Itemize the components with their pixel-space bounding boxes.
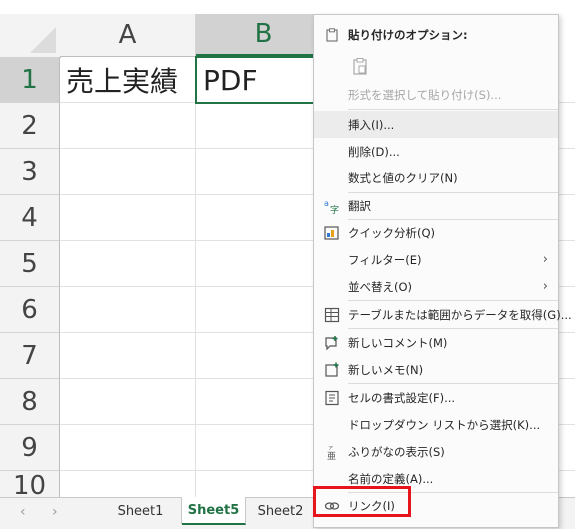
menu-item-quick-analysis[interactable]: クイック分析(Q)	[314, 219, 558, 246]
paste-button[interactable]	[314, 51, 558, 81]
menu-item-filter[interactable]: フィルター(E) ›	[314, 246, 558, 273]
menu-item-label: 翻訳	[348, 198, 371, 213]
sheet-tab-sheet5[interactable]: Sheet5	[182, 497, 246, 525]
row-header-3[interactable]: 3	[0, 149, 60, 195]
column-header-a[interactable]: A	[60, 14, 196, 57]
new-note-icon	[324, 362, 340, 378]
menu-item-label: テーブルまたは範囲からデータを取得(G)...	[348, 307, 572, 322]
svg-text:a: a	[324, 199, 329, 208]
chevron-right-icon: ›	[542, 252, 548, 267]
menu-item-label: ドロップダウン リストから選択(K)...	[348, 417, 541, 432]
new-comment-icon	[324, 335, 340, 351]
paste-icon	[350, 56, 370, 76]
menu-item-label: 削除(D)...	[348, 144, 400, 159]
menu-item-pick-from-dropdown[interactable]: ドロップダウン リストから選択(K)...	[314, 411, 558, 438]
menu-item-label: フィルター(E)	[348, 252, 422, 267]
menu-item-define-name[interactable]: 名前の定義(A)...	[314, 465, 558, 492]
sheet-tab-sheet2[interactable]: Sheet2	[246, 498, 316, 524]
clipboard-icon	[324, 27, 340, 43]
menu-item-new-comment[interactable]: 新しいコメント(M)	[314, 329, 558, 356]
menu-item-label: 挿入(I)...	[348, 117, 395, 132]
menu-item-label: 新しいコメント(M)	[348, 335, 448, 350]
menu-item-label: リンク(I)	[348, 498, 395, 513]
menu-item-clear-contents[interactable]: 数式と値のクリア(N)	[314, 164, 558, 191]
column-header-b[interactable]: B	[196, 14, 332, 57]
tab-scroll-left-button[interactable]: ‹	[20, 504, 26, 520]
menu-item-new-note[interactable]: 新しいメモ(N)	[314, 356, 558, 383]
row-header-2[interactable]: 2	[0, 103, 60, 149]
menu-item-insert[interactable]: 挿入(I)...	[314, 111, 558, 138]
paste-special-label: 形式を選択して貼り付け(S)...	[348, 87, 502, 102]
row-header-8[interactable]: 8	[0, 379, 60, 425]
select-all-corner[interactable]	[0, 14, 61, 58]
menu-item-label: 並べ替え(O)	[348, 279, 413, 294]
menu-item-label: ふりがなの表示(S)	[348, 444, 445, 459]
menu-item-label: セルの書式設定(F)...	[348, 390, 456, 405]
menu-item-label: 新しいメモ(N)	[348, 362, 424, 377]
furigana-icon: ア亜	[324, 444, 340, 460]
menu-item-sort[interactable]: 並べ替え(O) ›	[314, 273, 558, 300]
menu-item-delete[interactable]: 削除(D)...	[314, 138, 558, 165]
paste-special-menu-item[interactable]: 形式を選択して貼り付け(S)...	[314, 81, 558, 108]
translate-icon: a字	[324, 198, 340, 214]
chevron-right-icon: ›	[542, 279, 548, 294]
table-icon	[324, 307, 340, 323]
row-header-7[interactable]: 7	[0, 333, 60, 379]
row-header-6[interactable]: 6	[0, 287, 60, 333]
row-header-5[interactable]: 5	[0, 241, 60, 287]
row-header-4[interactable]: 4	[0, 195, 60, 241]
menu-item-label: 数式と値のクリア(N)	[348, 170, 458, 185]
menu-item-translate[interactable]: a字 翻訳	[314, 192, 558, 219]
quick-analysis-icon	[324, 225, 340, 241]
svg-text:字: 字	[330, 204, 339, 214]
format-cells-icon	[324, 390, 340, 406]
menu-item-label: 名前の定義(A)...	[348, 471, 434, 486]
menu-item-link[interactable]: リンク(I)	[314, 492, 558, 519]
row-header-1[interactable]: 1	[0, 57, 60, 103]
link-icon	[324, 498, 340, 514]
svg-text:亜: 亜	[327, 451, 336, 460]
context-menu: 貼り付けのオプション: 形式を選択して貼り付け(S)... 挿入(I)... 削…	[313, 14, 572, 528]
cell-a1[interactable]: 売上実績	[60, 57, 196, 103]
menu-item-show-furigana[interactable]: ア亜 ふりがなの表示(S)	[314, 438, 558, 465]
menu-item-format-cells[interactable]: セルの書式設定(F)...	[314, 384, 558, 411]
paste-options-header: 貼り付けのオプション:	[314, 21, 558, 48]
paste-options-label: 貼り付けのオプション:	[348, 27, 468, 42]
menu-item-label: クイック分析(Q)	[348, 225, 436, 240]
tab-scroll-right-button[interactable]: ›	[52, 504, 58, 520]
menu-item-get-data-from-table[interactable]: テーブルまたは範囲からデータを取得(G)...	[314, 301, 572, 328]
sheet-tab-sheet1[interactable]: Sheet1	[100, 498, 182, 524]
row-header-9[interactable]: 9	[0, 425, 60, 471]
